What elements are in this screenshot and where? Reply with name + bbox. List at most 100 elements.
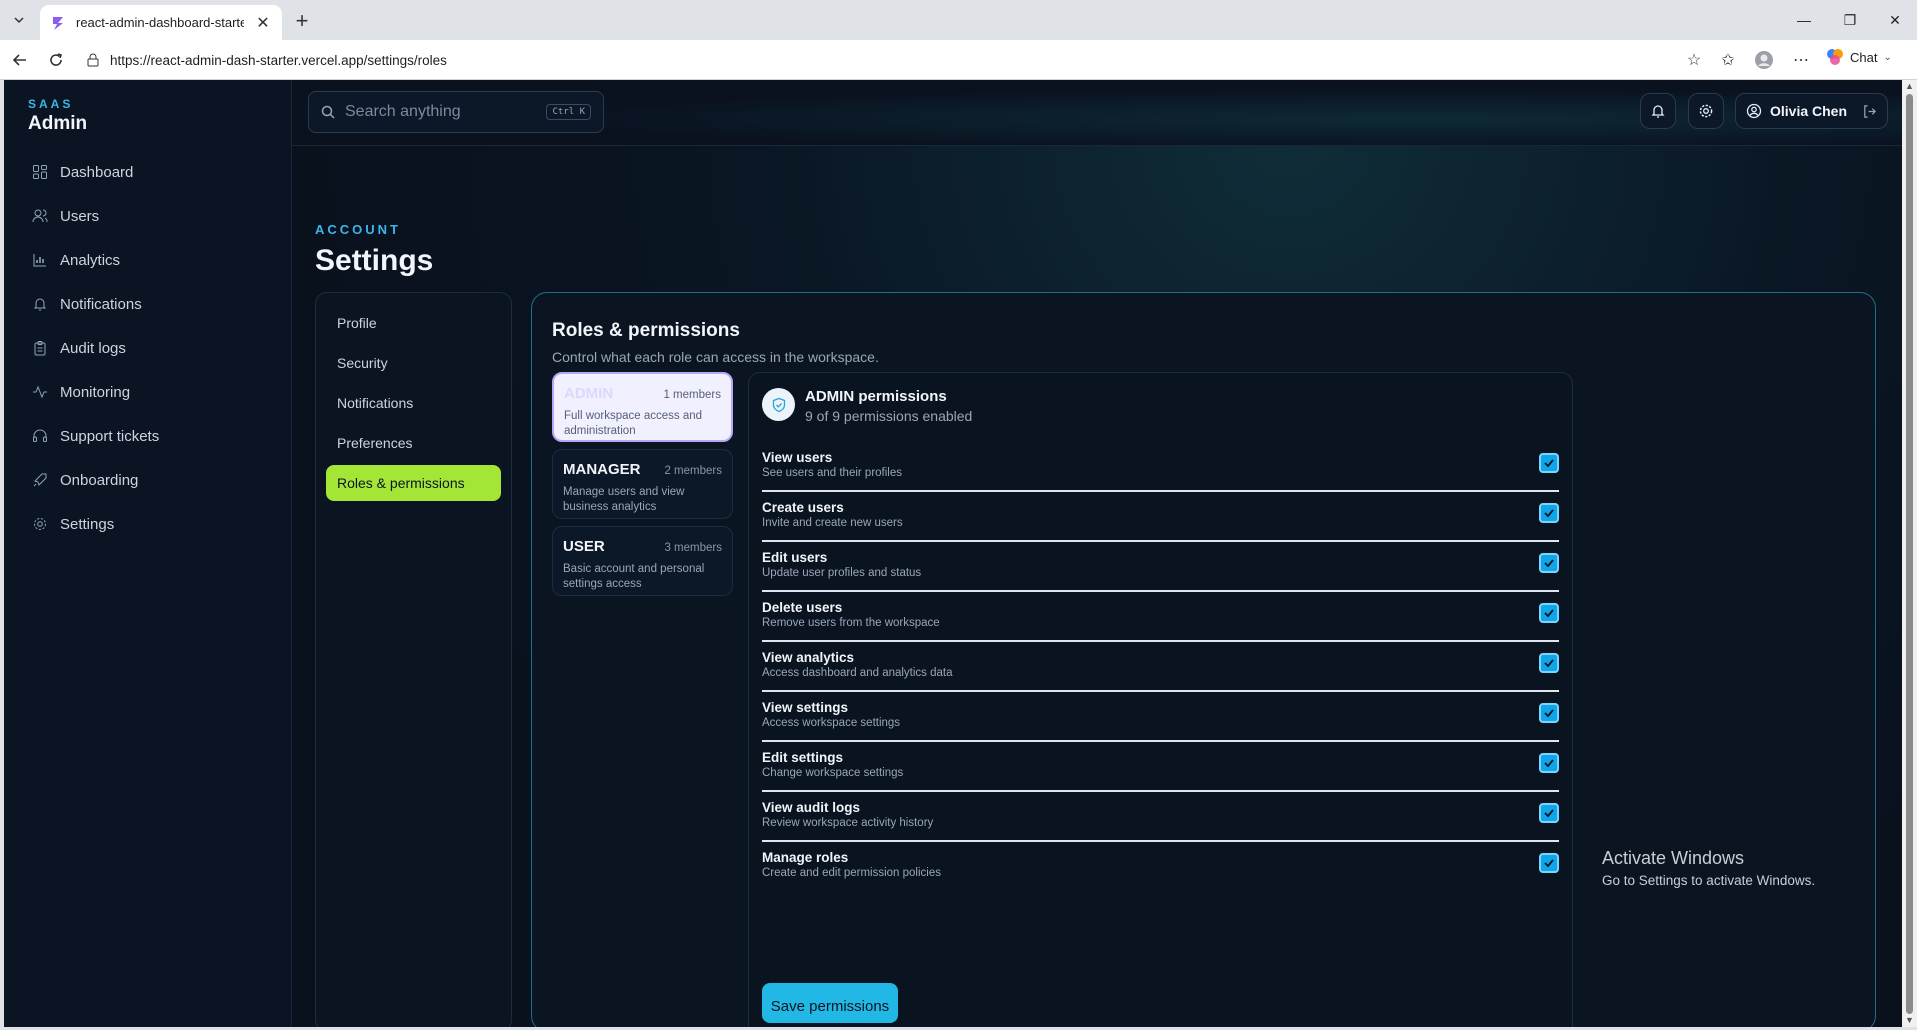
profile-avatar-icon[interactable] bbox=[1752, 48, 1776, 72]
sidebar-item-notifications[interactable]: Notifications bbox=[26, 282, 276, 326]
permission-name: View users bbox=[762, 450, 833, 465]
permission-checkbox[interactable] bbox=[1539, 453, 1559, 473]
permissions-count: 9 of 9 permissions enabled bbox=[805, 408, 973, 424]
chat-label: Chat bbox=[1850, 49, 1878, 65]
sidebar-item-onboarding[interactable]: Onboarding bbox=[26, 458, 276, 502]
logout-icon[interactable] bbox=[1862, 104, 1877, 119]
user-circle-icon bbox=[1746, 103, 1762, 119]
chevron-down-icon: ⌄ bbox=[1883, 51, 1892, 63]
role-description: Full workspace access and administration bbox=[564, 410, 703, 437]
site-info-icon[interactable] bbox=[86, 53, 100, 67]
activity-icon bbox=[33, 385, 47, 399]
sidebar-item-analytics[interactable]: Analytics bbox=[26, 238, 276, 282]
grid-icon bbox=[33, 165, 47, 179]
permission-row: Create users Invite and create new users bbox=[762, 492, 1559, 542]
permission-row: Delete users Remove users from the works… bbox=[762, 592, 1559, 642]
permission-checkbox[interactable] bbox=[1539, 603, 1559, 623]
more-menu-icon[interactable]: ⋯ bbox=[1789, 48, 1813, 72]
sidebar-item-audit-logs[interactable]: Audit logs bbox=[26, 326, 276, 370]
sidebar-item-settings[interactable]: Settings bbox=[26, 502, 276, 546]
permission-checkbox[interactable] bbox=[1539, 803, 1559, 823]
back-arrow-icon[interactable] bbox=[8, 48, 32, 72]
new-tab-icon[interactable]: + bbox=[289, 8, 315, 34]
bell-icon bbox=[1651, 105, 1665, 118]
role-name: ADMIN bbox=[564, 385, 614, 402]
check-icon bbox=[1544, 459, 1554, 468]
check-icon bbox=[1544, 809, 1554, 818]
scroll-up-icon[interactable]: ▲ bbox=[1905, 81, 1914, 91]
headset-icon bbox=[33, 429, 47, 442]
minimize-icon[interactable]: — bbox=[1781, 0, 1827, 40]
sidebar-item-support-tickets[interactable]: Support tickets bbox=[26, 414, 276, 458]
role-name: USER bbox=[563, 538, 605, 555]
bar-chart-icon bbox=[33, 254, 46, 267]
permission-description: Access workspace settings bbox=[762, 717, 901, 729]
permission-name: View analytics bbox=[762, 650, 855, 665]
role-card-admin[interactable]: ADMIN 1 members Full workspace access an… bbox=[552, 372, 733, 442]
settings-button[interactable] bbox=[1688, 93, 1724, 129]
browser-tab[interactable]: react-admin-dashboard-starter-te ✕ bbox=[40, 5, 282, 40]
sidebar-item-label: Notifications bbox=[60, 295, 142, 313]
permissions-card: ADMIN permissions 9 of 9 permissions ena… bbox=[748, 372, 1573, 1027]
favorites-list-icon[interactable]: ✩ bbox=[1716, 48, 1740, 72]
reload-icon[interactable] bbox=[44, 48, 68, 72]
shield-check-icon bbox=[762, 388, 795, 421]
permission-checkbox[interactable] bbox=[1539, 553, 1559, 573]
role-member-count: 2 members bbox=[664, 465, 722, 477]
favorite-star-icon[interactable]: ☆ bbox=[1682, 48, 1706, 72]
search-shortcut-badge: Ctrl K bbox=[546, 104, 591, 120]
check-icon bbox=[1544, 859, 1554, 868]
permission-checkbox[interactable] bbox=[1539, 753, 1559, 773]
permission-checkbox[interactable] bbox=[1539, 853, 1559, 873]
sidebar-item-monitoring[interactable]: Monitoring bbox=[26, 370, 276, 414]
scrollbar-thumb[interactable] bbox=[1906, 94, 1913, 1014]
sidebar-nav: Dashboard Users Analytics Notifications … bbox=[26, 150, 276, 546]
restore-icon[interactable]: ❐ bbox=[1827, 0, 1873, 40]
role-member-count: 1 members bbox=[663, 389, 721, 401]
permission-description: Remove users from the workspace bbox=[762, 617, 940, 629]
user-menu[interactable]: Olivia Chen bbox=[1735, 93, 1888, 129]
url-field[interactable]: https://react-admin-dash-starter.vercel.… bbox=[76, 45, 1708, 75]
settings-tab-profile[interactable]: Profile bbox=[326, 303, 501, 343]
scroll-down-icon[interactable]: ▼ bbox=[1905, 1015, 1914, 1025]
search-input[interactable]: Search anything Ctrl K bbox=[308, 91, 604, 133]
rocket-icon bbox=[33, 473, 47, 487]
settings-tab-preferences[interactable]: Preferences bbox=[326, 423, 501, 463]
settings-tab-security[interactable]: Security bbox=[326, 343, 501, 383]
settings-tab-roles-permissions[interactable]: Roles & permissions bbox=[326, 465, 501, 501]
page-title: Settings bbox=[315, 244, 434, 277]
notifications-button[interactable] bbox=[1640, 93, 1676, 129]
check-icon bbox=[1544, 509, 1554, 518]
check-icon bbox=[1544, 609, 1554, 618]
roles-permissions-panel: Roles & permissions Control what each ro… bbox=[531, 292, 1876, 1027]
vercel-favicon-icon bbox=[53, 16, 63, 30]
permission-row: Edit settings Change workspace settings bbox=[762, 742, 1559, 792]
settings-tab-notifications[interactable]: Notifications bbox=[326, 383, 501, 423]
role-member-count: 3 members bbox=[664, 542, 722, 554]
permission-name: Create users bbox=[762, 500, 844, 515]
copilot-chat-button[interactable]: Chat ⌄ bbox=[1826, 48, 1892, 66]
permission-description: Change workspace settings bbox=[762, 767, 904, 779]
permission-checkbox[interactable] bbox=[1539, 503, 1559, 523]
permission-row: View audit logs Review workspace activit… bbox=[762, 792, 1559, 842]
permission-checkbox[interactable] bbox=[1539, 703, 1559, 723]
gear-icon bbox=[34, 518, 46, 530]
tab-close-icon[interactable]: ✕ bbox=[254, 13, 272, 33]
sidebar-item-dashboard[interactable]: Dashboard bbox=[26, 150, 276, 194]
sidebar-item-label: Audit logs bbox=[60, 339, 126, 357]
permissions-title: ADMIN permissions bbox=[805, 388, 947, 405]
permission-name: Edit settings bbox=[762, 750, 844, 765]
tab-title: react-admin-dashboard-starter-te bbox=[76, 15, 244, 30]
permission-description: Update user profiles and status bbox=[762, 567, 922, 579]
page-scrollbar[interactable]: ▲ ▼ bbox=[1902, 80, 1917, 1027]
sidebar-item-users[interactable]: Users bbox=[26, 194, 276, 238]
tab-list-chevron-icon[interactable] bbox=[6, 9, 32, 31]
window-close-icon[interactable]: ✕ bbox=[1872, 0, 1917, 40]
role-card-manager[interactable]: MANAGER 2 members Manage users and view … bbox=[552, 449, 733, 519]
save-permissions-button[interactable]: Save permissions bbox=[762, 983, 898, 1023]
role-card-user[interactable]: USER 3 members Basic account and persona… bbox=[552, 526, 733, 596]
brand-eyebrow: SAAS bbox=[28, 97, 74, 111]
permission-checkbox[interactable] bbox=[1539, 653, 1559, 673]
sidebar-item-label: Analytics bbox=[60, 251, 121, 269]
app-root: SAAS Admin Dashboard Users Analytics Not… bbox=[4, 80, 1902, 1027]
